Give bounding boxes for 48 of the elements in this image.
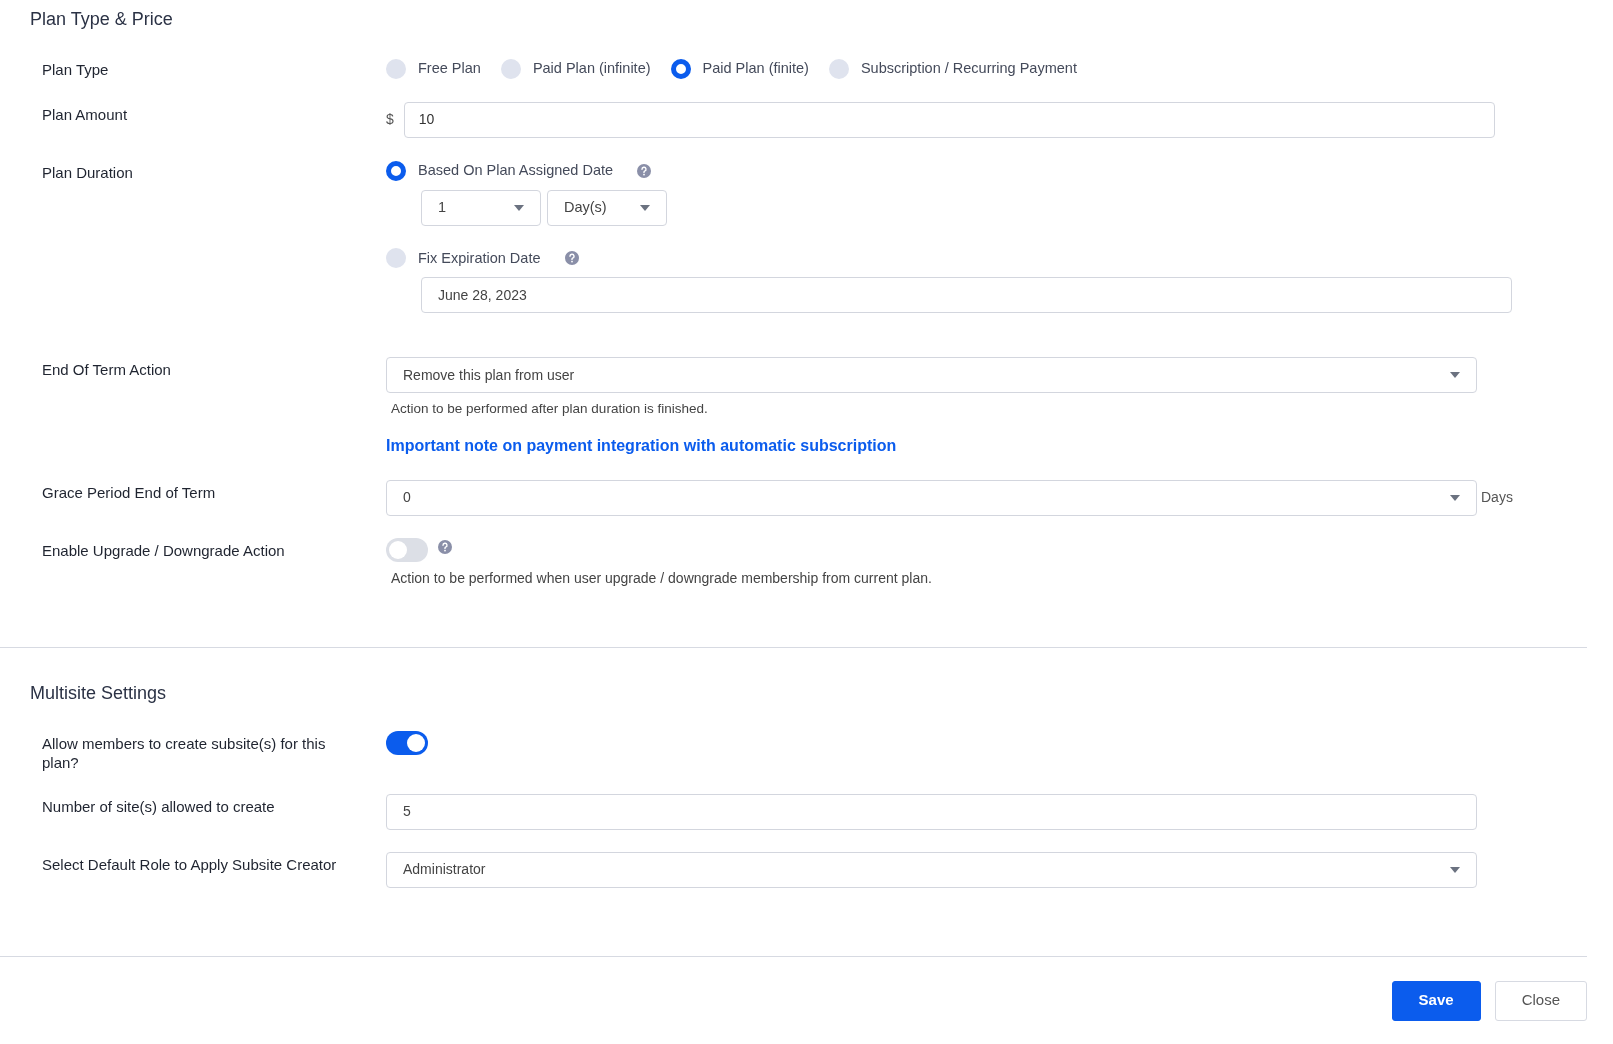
field-label: Grace Period End of Term: [42, 482, 217, 502]
help-icon[interactable]: [637, 163, 652, 178]
select-field[interactable]: 0: [386, 479, 1477, 516]
currency-symbol: $: [386, 110, 394, 130]
radio-button[interactable]: [828, 58, 849, 79]
radio-button[interactable]: [386, 58, 406, 79]
field-label: Plan Type: [42, 60, 110, 79]
help-text: Action to be performed after plan duration is finished.: [391, 400, 709, 419]
toggle-switch[interactable]: [386, 730, 428, 755]
field-label: Number of site(s) allowed to create: [42, 796, 276, 816]
field-label: Allow members to create subsite(s) for this plan?: [42, 733, 327, 772]
section-title: Plan Type & Price: [29, 8, 174, 31]
close-button[interactable]: Close: [1494, 980, 1587, 1021]
field-label: End Of Term Action: [42, 360, 172, 380]
field-label: Plan Duration: [42, 162, 134, 182]
caret-icon: [514, 204, 524, 211]
caret-icon: [1450, 372, 1460, 379]
section-title: Multisite Settings: [29, 681, 168, 705]
radio-label[interactable]: Free Plan: [418, 58, 481, 80]
help-icon[interactable]: [438, 539, 452, 554]
date-input[interactable]: June 28, 2023: [421, 277, 1512, 314]
radio-label[interactable]: Paid Plan (infinite): [532, 58, 651, 80]
select-field[interactable]: Day(s): [547, 189, 667, 226]
caret-icon: [1450, 494, 1460, 501]
select-field[interactable]: Administrator: [386, 851, 1477, 888]
radio-label[interactable]: Subscription / Recurring Payment: [860, 58, 1077, 80]
radio-label[interactable]: Paid Plan (finite): [702, 58, 809, 80]
radio-label[interactable]: Based On Plan Assigned Date: [418, 159, 614, 182]
toggle-switch[interactable]: [386, 537, 428, 562]
save-button[interactable]: Save: [1391, 980, 1481, 1021]
unit-label: Days: [1481, 488, 1513, 507]
radio-button[interactable]: [386, 160, 406, 181]
amount-input[interactable]: 10: [403, 101, 1495, 138]
select-field[interactable]: 1: [421, 189, 541, 226]
radio-button[interactable]: [386, 248, 406, 269]
field-label: Enable Upgrade / Downgrade Action: [42, 540, 286, 560]
field-label: Plan Amount: [42, 104, 129, 124]
number-input[interactable]: 5: [386, 793, 1477, 830]
radio-label[interactable]: Fix Expiration Date: [418, 247, 541, 270]
field-label: Select Default Role to Apply Subsite Creator: [42, 854, 338, 874]
radio-button[interactable]: [500, 58, 521, 79]
help-text: Action to be performed when user upgrade / downgrade membership from current plan.: [391, 568, 932, 588]
radio-button[interactable]: [670, 58, 691, 79]
select-field[interactable]: Remove this plan from user: [386, 357, 1477, 394]
help-icon[interactable]: [564, 251, 579, 266]
caret-icon: [1450, 866, 1460, 873]
caret-icon: [640, 204, 650, 211]
info-link[interactable]: Important note on payment integration with automatic subscription: [386, 433, 897, 458]
